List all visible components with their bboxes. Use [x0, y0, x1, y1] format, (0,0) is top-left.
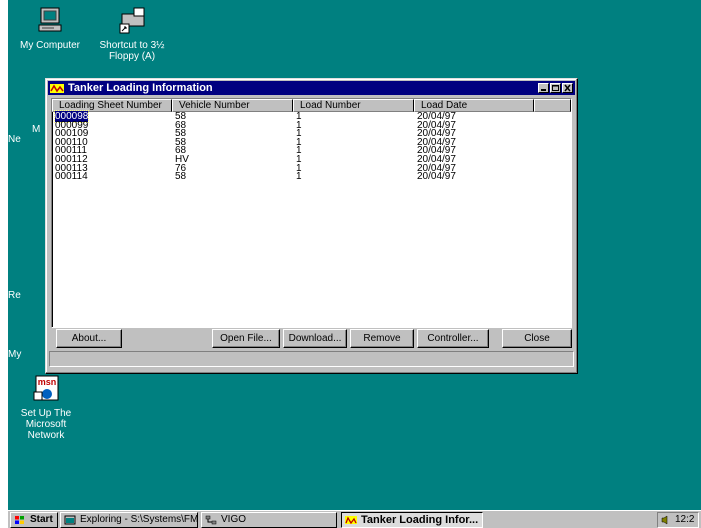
column-header-vehicle-number[interactable]: Vehicle Number	[172, 99, 293, 112]
tanker-app-icon	[345, 515, 357, 525]
floppy-shortcut-icon	[116, 6, 148, 36]
my-computer-icon	[34, 6, 66, 36]
partial-desktop-label: Ne	[8, 134, 21, 145]
cell-load-number: 1	[293, 112, 414, 122]
open-file-button-label: Open File...	[220, 333, 272, 344]
table-row[interactable]: 000112 HV 1 20/04/97	[52, 154, 571, 164]
window-title: Tanker Loading Information	[68, 82, 213, 94]
explorer-icon	[64, 515, 76, 525]
cell-vehicle-number-text: 58	[175, 171, 187, 183]
cell-load-date-text: 20/04/97	[417, 171, 456, 183]
speaker-icon[interactable]	[661, 515, 671, 525]
table-row[interactable]: 000110 58 1 20/04/97	[52, 137, 571, 147]
task-label: Exploring - S:\Systems\FM...	[80, 514, 198, 525]
desktop: My Computer Shortcut to 3½ Floppy (A) ms…	[8, 0, 701, 510]
cell-vehicle-number: 58	[172, 112, 293, 122]
minimize-icon	[541, 89, 546, 91]
partial-desktop-label: Re	[8, 290, 21, 301]
cell-vehicle-number: 58	[172, 137, 293, 147]
cell-vehicle-number: 68	[172, 120, 293, 130]
cell-load-date: 20/04/97	[414, 171, 534, 183]
remove-button[interactable]: Remove	[350, 329, 414, 348]
partial-desktop-label: M	[32, 124, 41, 135]
cell-sheet-number: 000114	[52, 171, 172, 183]
desktop-icon-my-computer[interactable]: My Computer	[12, 6, 88, 51]
minimize-button[interactable]	[538, 83, 549, 93]
system-tray: 12:2	[657, 512, 699, 528]
taskbar-task-tanker-loading[interactable]: Tanker Loading Infor...	[341, 512, 483, 528]
cell-load-number: 1	[293, 120, 414, 130]
cell-load-number: 1	[293, 137, 414, 147]
cell-sheet-number-text: 000114	[55, 171, 88, 183]
table-row[interactable]: 000111 68 1 20/04/97	[52, 146, 571, 156]
about-button-label: About...	[71, 333, 107, 344]
window-title-bar[interactable]: Tanker Loading Information	[48, 81, 575, 95]
cell-load-number: 1	[293, 129, 414, 139]
maximize-button[interactable]	[550, 83, 561, 93]
column-header-filler	[534, 99, 571, 112]
taskbar-task-exploring[interactable]: Exploring - S:\Systems\FM...	[60, 512, 198, 528]
table-row[interactable]: 000099 68 1 20/04/97	[52, 120, 571, 130]
column-header-load-number[interactable]: Load Number	[293, 99, 414, 112]
cell-load-number: 1	[293, 154, 414, 164]
status-bar	[49, 351, 574, 367]
download-button-label: Download...	[288, 333, 342, 344]
cell-load-number: 1	[293, 171, 414, 183]
tanker-loading-window: Tanker Loading Information Loading Sheet…	[45, 78, 578, 374]
msn-icon: msn	[30, 374, 62, 404]
cell-load-number: 1	[293, 163, 414, 173]
windows-logo-icon	[14, 515, 26, 525]
start-label: Start	[30, 514, 53, 525]
taskbar-task-vigo[interactable]: VIGO	[201, 512, 337, 528]
desktop-icon-label: My Computer	[19, 40, 80, 51]
cell-vehicle-number: 68	[172, 146, 293, 156]
desktop-icon-label: Shortcut to 3½ Floppy (A)	[99, 40, 165, 62]
open-file-button[interactable]: Open File...	[212, 329, 280, 348]
desktop-icon-msn[interactable]: msn Set Up The Microsoft Network	[8, 374, 84, 441]
task-label: VIGO	[221, 514, 247, 525]
about-button[interactable]: About...	[56, 329, 122, 348]
tanker-app-icon	[50, 83, 64, 93]
task-label: Tanker Loading Infor...	[361, 514, 479, 526]
controller-button[interactable]: Controller...	[417, 329, 489, 348]
taskbar: Start Exploring - S:\Systems\FM... VIGO …	[8, 510, 701, 528]
loading-sheet-list[interactable]: Loading Sheet Number Vehicle Number Load…	[51, 98, 572, 328]
remove-button-label: Remove	[363, 333, 401, 344]
maximize-icon	[552, 85, 559, 91]
clock[interactable]: 12:2	[675, 513, 694, 527]
cell-vehicle-number: 76	[172, 163, 293, 173]
start-button[interactable]: Start	[10, 512, 58, 528]
table-row[interactable]: 000113 76 1 20/04/97	[52, 163, 571, 173]
cell-vehicle-number: HV	[172, 154, 293, 164]
cell-vehicle-number: 58	[172, 171, 293, 183]
close-button-label: Close	[524, 333, 550, 344]
controller-button-label: Controller...	[427, 333, 479, 344]
cell-load-number: 1	[293, 146, 414, 156]
table-row[interactable]: 000114 58 1 20/04/97	[52, 171, 571, 183]
desktop-icon-floppy-shortcut[interactable]: Shortcut to 3½ Floppy (A)	[94, 6, 170, 62]
list-header: Loading Sheet Number Vehicle Number Load…	[52, 99, 571, 112]
close-window-button[interactable]	[562, 83, 573, 93]
table-row[interactable]: 000109 58 1 20/04/97	[52, 129, 571, 139]
svg-text:msn: msn	[38, 377, 57, 387]
button-bar: About... Open File... Download... Remove…	[51, 329, 572, 349]
cell-load-number-text: 1	[296, 171, 302, 183]
desktop-icon-label: Set Up The Microsoft Network	[20, 408, 72, 441]
partial-desktop-label: My	[8, 349, 22, 360]
cell-vehicle-number: 58	[172, 129, 293, 139]
table-row[interactable]: 000098 58 1 20/04/97	[52, 110, 571, 123]
close-icon	[564, 84, 571, 92]
network-icon	[205, 515, 217, 525]
download-button[interactable]: Download...	[283, 329, 347, 348]
list-body: 000098 58 1 20/04/97 000099 68 1 20/04/97 000109…	[52, 110, 571, 183]
close-button[interactable]: Close	[502, 329, 572, 348]
